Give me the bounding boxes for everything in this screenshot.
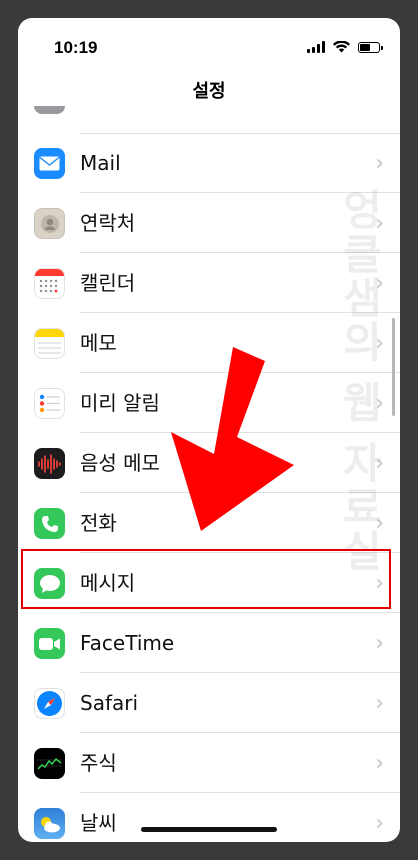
- chevron-right-icon: ›: [375, 691, 384, 716]
- row-label: Safari: [80, 691, 139, 715]
- row-label: 음성 메모: [80, 451, 160, 475]
- messages-highlight-box: [21, 549, 391, 609]
- watermark-text: 엉클샘의 웹 자료실: [335, 188, 384, 574]
- row-label: Mail: [80, 151, 121, 175]
- settings-screen: 10:19 설정 Mail › 연락처 › 캘린더 › 메모 › 미리 알림 ›…: [18, 18, 400, 842]
- weather-icon: [34, 808, 65, 839]
- settings-row-weather[interactable]: 날씨 ›: [18, 794, 400, 842]
- wifi-icon: [333, 41, 350, 53]
- status-time: 10:19: [54, 38, 98, 57]
- row-label: 날씨: [80, 811, 117, 835]
- chevron-right-icon: ›: [375, 631, 384, 656]
- reminders-icon: [34, 388, 65, 419]
- row-separator: [80, 672, 400, 673]
- partial-row-icon: [34, 106, 65, 114]
- settings-row-safari[interactable]: Safari ›: [18, 674, 400, 733]
- mail-icon: [34, 148, 65, 179]
- stocks-icon: [34, 748, 65, 779]
- status-bar: 10:19: [18, 18, 400, 78]
- settings-row-mail[interactable]: Mail ›: [18, 134, 400, 193]
- status-icons: [307, 41, 383, 53]
- settings-row-stocks[interactable]: 주식 ›: [18, 734, 400, 793]
- calendar-icon: [34, 268, 65, 299]
- phone-icon: [34, 508, 65, 539]
- navigation-bar: 설정: [18, 78, 400, 118]
- row-label: 캘린더: [80, 271, 136, 295]
- row-separator: [80, 792, 400, 793]
- chevron-right-icon: ›: [375, 751, 384, 776]
- chevron-right-icon: ›: [375, 151, 384, 176]
- row-label: FaceTime: [80, 631, 175, 655]
- notes-icon: [34, 328, 65, 359]
- facetime-icon: [34, 628, 65, 659]
- page-title: 설정: [192, 81, 226, 102]
- safari-icon: [34, 688, 65, 719]
- chevron-right-icon: ›: [375, 811, 384, 836]
- voice-memos-icon: [34, 448, 65, 479]
- row-separator: [80, 612, 400, 613]
- row-label: 미리 알림: [80, 391, 160, 415]
- row-label: 연락처: [80, 211, 136, 235]
- row-label: 전화: [80, 511, 117, 535]
- settings-row-facetime[interactable]: FaceTime ›: [18, 614, 400, 673]
- row-separator: [80, 732, 400, 733]
- battery-icon: [358, 41, 383, 53]
- scroll-indicator[interactable]: [392, 318, 395, 416]
- contacts-icon: [34, 208, 65, 239]
- row-label: 메모: [80, 331, 117, 355]
- row-label: 주식: [80, 751, 117, 775]
- home-indicator[interactable]: [141, 827, 277, 832]
- cellular-signal-icon: [307, 41, 325, 53]
